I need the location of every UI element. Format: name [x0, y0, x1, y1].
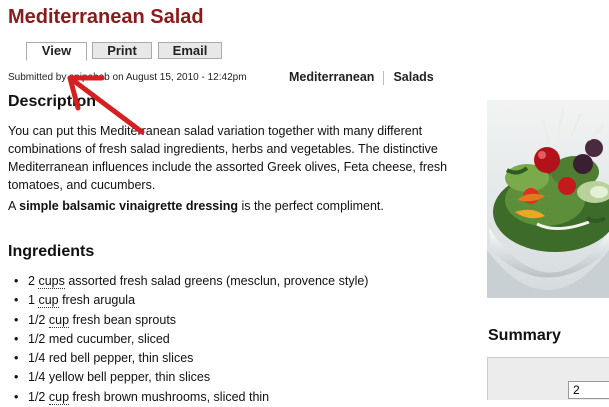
ingredient-qty: 2 [28, 274, 35, 288]
servings-input[interactable] [568, 381, 609, 399]
ingredient-text: red bell pepper, thin slices [48, 351, 194, 366]
list-item: • 1/2 med cucumber, sliced [14, 330, 368, 349]
list-item: • 2 cups assorted fresh salad greens (mes… [14, 272, 368, 291]
tab-view[interactable]: View [26, 42, 87, 61]
description-heading: Description [8, 93, 97, 110]
bullet-icon: • [14, 274, 19, 288]
term-link-salads[interactable]: Salads [393, 70, 433, 84]
ingredient-text: med cucumber, sliced [48, 331, 170, 346]
ingredient-qty: 1/4 [28, 351, 46, 366]
description-text: You can put this Mediterranean salad var… [8, 124, 448, 192]
bullet-icon: • [14, 331, 19, 346]
ingredient-unit[interactable]: cup [38, 293, 59, 309]
dressing-note: A simple balsamic vinaigrette dressing i… [8, 197, 470, 215]
ingredient-text: assorted fresh salad greens (mesclun, pr… [68, 274, 369, 288]
ingredient-text: fresh brown mushrooms, sliced thin [72, 389, 270, 404]
ingredient-text: fresh arugula [62, 293, 136, 308]
bullet-icon: • [14, 389, 19, 404]
ingredients-heading: Ingredients [8, 243, 95, 260]
author-link[interactable]: spipebob [69, 72, 110, 83]
bullet-icon: • [14, 312, 19, 327]
view-tabs: View Print Email [26, 42, 226, 62]
submitted-date: on August 15, 2010 - 12:42pm [112, 72, 247, 83]
dressing-note-bold: simple balsamic vinaigrette dressing [19, 199, 238, 213]
ingredient-text: yellow bell pepper, thin slices [48, 370, 211, 385]
ingredient-unit[interactable]: cups [38, 274, 65, 289]
submitted-prefix: Submitted by [8, 72, 67, 83]
taxonomy-terms: Mediterranean Salads [289, 70, 434, 85]
tab-email[interactable]: Email [158, 42, 222, 59]
term-link-mediterranean[interactable]: Mediterranean [289, 70, 374, 84]
list-item: • 1/2 cup fresh brown mushrooms, sliced t… [14, 388, 368, 407]
summary-heading: Summary [488, 327, 561, 344]
ingredient-unit[interactable]: cup [48, 389, 70, 405]
ingredients-list: • 2 cups assorted fresh salad greens (mes… [14, 272, 368, 407]
dressing-note-prefix: A [8, 199, 20, 213]
list-item: • 1/4 red bell pepper, thin slices [14, 349, 368, 368]
submitted-info: Submitted by spipebob on August 15, 2010… [8, 72, 247, 83]
ingredient-unit[interactable]: cup [48, 312, 70, 328]
ingredient-text: fresh bean sprouts [72, 312, 177, 327]
dressing-note-suffix: is the perfect compliment. [237, 199, 384, 213]
salad-photo [487, 100, 609, 298]
ingredient-qty: 1/2 [28, 312, 46, 327]
bullet-icon: • [14, 370, 19, 385]
ingredient-qty: 1/2 [28, 331, 46, 346]
tab-print[interactable]: Print [92, 42, 152, 59]
page-title: Mediterranean Salad [8, 6, 204, 28]
ingredient-qty: 1/4 [28, 370, 46, 385]
list-item: • 1 cup fresh arugula [14, 291, 368, 310]
list-item: • 1/2 cup fresh bean sprouts [14, 311, 368, 330]
salad-illustration [487, 100, 609, 298]
bullet-icon: • [14, 293, 19, 308]
list-item: • 1/4 yellow bell pepper, thin slices [14, 368, 368, 387]
ingredient-qty: 1 [28, 293, 35, 308]
term-divider [383, 70, 385, 85]
bullet-icon: • [14, 351, 19, 366]
ingredient-qty: 1/2 [28, 389, 46, 404]
